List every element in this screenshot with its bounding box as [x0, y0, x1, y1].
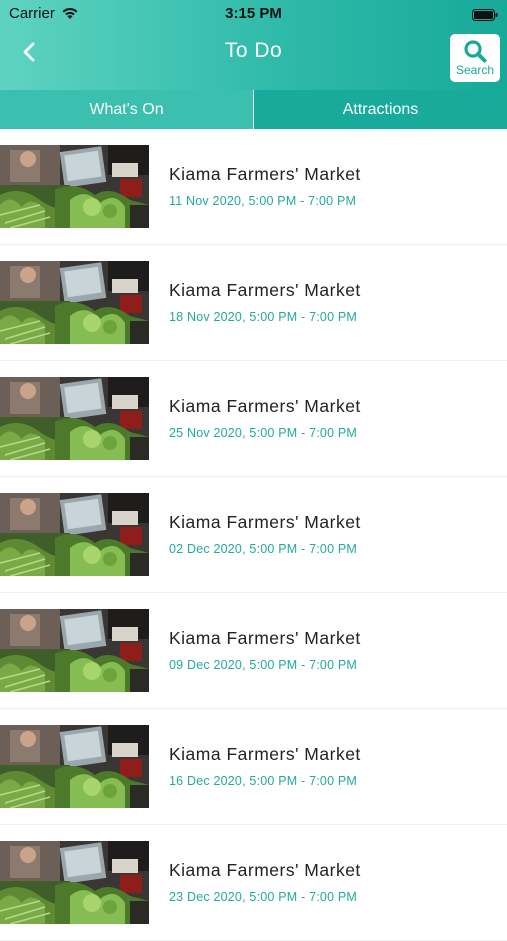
tab-attractions[interactable]: Attractions: [254, 90, 507, 129]
event-date: 25 Nov 2020, 5:00 PM - 7:00 PM: [169, 426, 358, 440]
event-list-item[interactable]: Kiama Farmers' Market 02 Dec 2020, 5:00 P…: [0, 477, 507, 593]
event-thumbnail: [0, 841, 149, 924]
event-list: Kiama Farmers' Market 11 Nov 2020, 5:00 P…: [0, 129, 507, 941]
event-list-item[interactable]: Kiama Farmers' Market 11 Nov 2020, 5:00 P…: [0, 129, 507, 245]
event-title: Kiama Farmers' Market: [169, 512, 361, 532]
event-date: 16 Dec 2020, 5:00 PM - 7:00 PM: [169, 774, 358, 788]
event-list-item[interactable]: Kiama Farmers' Market 18 Nov 2020, 5:00 P…: [0, 245, 507, 361]
page-title: To Do: [224, 39, 283, 62]
event-thumbnail: [0, 609, 149, 692]
event-list-item[interactable]: Kiama Farmers' Market 09 Dec 2020, 5:00 P…: [0, 593, 507, 709]
event-title: Kiama Farmers' Market: [169, 280, 361, 300]
event-thumbnail: [0, 145, 149, 228]
event-thumbnail: [0, 493, 149, 576]
status-bar: Carrier 3:15 PM: [0, 0, 507, 28]
event-title: Kiama Farmers' Market: [169, 744, 361, 764]
event-list-item[interactable]: Kiama Farmers' Market 25 Nov 2020, 5:00 P…: [0, 361, 507, 477]
event-title: Kiama Farmers' Market: [169, 628, 361, 648]
search-label: Search: [455, 63, 495, 77]
search-button[interactable]: Search: [450, 34, 500, 82]
event-date: 09 Dec 2020, 5:00 PM - 7:00 PM: [169, 658, 358, 672]
event-thumbnail: [0, 725, 149, 808]
event-date: 23 Dec 2020, 5:00 PM - 7:00 PM: [169, 890, 358, 904]
event-thumbnail: [0, 377, 149, 460]
event-list-item[interactable]: Kiama Farmers' Market 16 Dec 2020, 5:00 P…: [0, 709, 507, 825]
tab-bar: What's On Attractions: [0, 90, 507, 129]
battery-icon: [472, 8, 498, 21]
event-date: 18 Nov 2020, 5:00 PM - 7:00 PM: [169, 310, 358, 324]
tab-whats-on[interactable]: What's On: [0, 90, 254, 129]
event-thumbnail: [0, 261, 149, 344]
event-title: Kiama Farmers' Market: [169, 860, 361, 880]
search-icon: [463, 39, 487, 63]
event-date: 02 Dec 2020, 5:00 PM - 7:00 PM: [169, 542, 358, 556]
event-title: Kiama Farmers' Market: [169, 164, 361, 184]
nav-header: Carrier 3:15 PM To Do Search: [0, 0, 507, 90]
event-date: 11 Nov 2020, 5:00 PM - 7:00 PM: [169, 194, 357, 208]
event-title: Kiama Farmers' Market: [169, 396, 361, 416]
status-time: 3:15 PM: [225, 5, 282, 22]
event-list-item[interactable]: Kiama Farmers' Market 23 Dec 2020, 5:00 P…: [0, 825, 507, 941]
